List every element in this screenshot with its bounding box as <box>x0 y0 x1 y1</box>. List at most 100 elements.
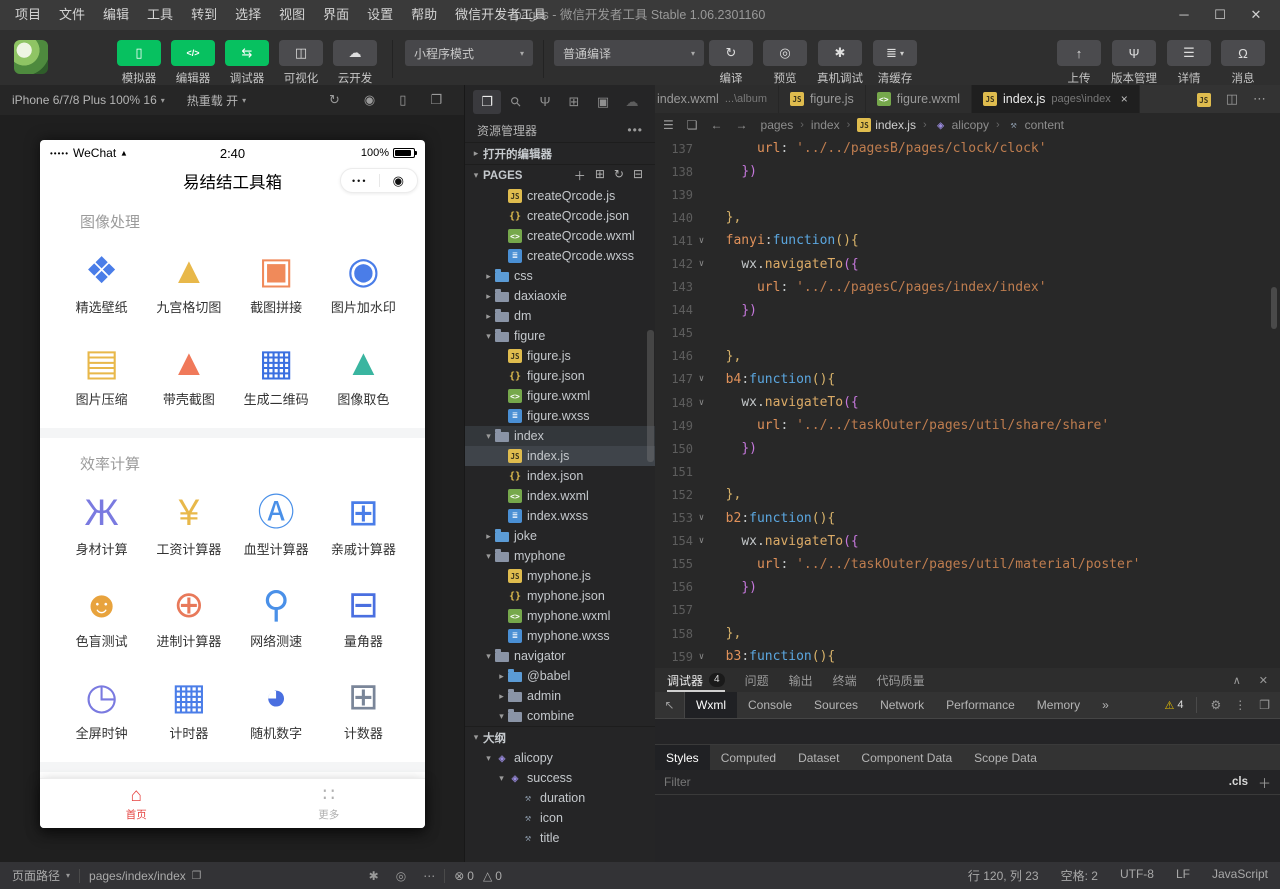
styles-tab[interactable]: Computed <box>710 745 787 770</box>
app-item[interactable]: ◷全屏时钟 <box>58 662 145 754</box>
capsule-menu-icon[interactable]: ••• <box>341 176 379 186</box>
tree-folder[interactable]: ▸daxiaoxie <box>465 286 655 306</box>
styles-tab[interactable]: Styles <box>655 745 710 770</box>
styles-filter-input[interactable] <box>664 775 1221 789</box>
close-button[interactable]: ✕ <box>1238 0 1274 30</box>
preview-button[interactable]: ◎预览 <box>763 40 807 86</box>
tree-file[interactable]: ≣myphone.wxss <box>465 626 655 646</box>
app-item[interactable]: ▣截图拼接 <box>233 236 320 328</box>
app-item[interactable]: ▲带壳截图 <box>145 328 232 420</box>
devtools-tab[interactable]: Memory <box>1026 692 1091 718</box>
styles-tab[interactable]: Scope Data <box>963 745 1048 770</box>
status-item[interactable]: JavaScript <box>1212 867 1268 884</box>
tree-file[interactable]: ⚒icon <box>465 808 655 828</box>
warning-badge[interactable]: ⚠4 <box>1164 699 1183 712</box>
app-item[interactable]: ❖精选壁纸 <box>58 236 145 328</box>
source-control-icon[interactable]: Ψ <box>531 90 559 114</box>
tree-file[interactable]: <>createQrcode.wxml <box>465 226 655 246</box>
tree-folder[interactable]: ▾navigator <box>465 646 655 666</box>
recent-file-icon[interactable]: JS <box>1197 91 1211 108</box>
menu-item[interactable]: 项目 <box>6 0 50 30</box>
upload-button[interactable]: ↑上传 <box>1057 40 1101 86</box>
breadcrumb-item[interactable]: index <box>811 118 840 132</box>
app-item[interactable]: ☻色盲测试 <box>58 570 145 662</box>
devtools-tab[interactable]: Sources <box>803 692 869 718</box>
compile-select[interactable]: 普通编译 ▾ <box>554 40 704 66</box>
menu-item[interactable]: 工具 <box>138 0 182 30</box>
new-folder-icon[interactable]: ⊞ <box>595 167 605 184</box>
breadcrumb-item[interactable]: pages <box>761 118 794 132</box>
devtools-tab[interactable]: Wxml <box>685 692 737 718</box>
devtools-tab[interactable]: Performance <box>935 692 1026 718</box>
open-editors-section[interactable]: ▸ 打开的编辑器 <box>465 142 655 164</box>
status-item[interactable]: UTF-8 <box>1120 867 1154 884</box>
tree-file[interactable]: ▾◈alicopy <box>465 748 655 768</box>
status-item[interactable]: 行 120, 列 23 <box>968 867 1039 884</box>
debugger-button[interactable]: ⇆调试器 <box>225 40 269 86</box>
tree-folder[interactable]: ▾myphone <box>465 546 655 566</box>
close-icon[interactable]: × <box>1121 92 1128 106</box>
tree-file[interactable]: ≣index.wxss <box>465 506 655 526</box>
breadcrumb-item[interactable]: ◈alicopy <box>934 118 989 132</box>
version-control-button[interactable]: Ψ版本管理 <box>1111 40 1157 86</box>
inspect-element-icon[interactable]: ↖ <box>655 692 685 718</box>
cloud-icon[interactable]: ☁ <box>618 90 646 114</box>
simulator-button[interactable]: ▯模拟器 <box>117 40 161 86</box>
app-item[interactable]: ◉图片加水印 <box>320 236 407 328</box>
tree-file[interactable]: JSfigure.js <box>465 346 655 366</box>
menu-item[interactable]: 帮助 <box>402 0 446 30</box>
error-count[interactable]: ⊗ 0 <box>454 869 474 883</box>
copy-path-icon[interactable]: ❐ <box>192 869 202 882</box>
menu-item[interactable]: 界面 <box>314 0 358 30</box>
compile-button[interactable]: ↻编译 <box>709 40 753 86</box>
tree-file[interactable]: JScreateQrcode.js <box>465 186 655 206</box>
menu-item[interactable]: 微信开发者工具 <box>446 0 555 30</box>
visual-button[interactable]: ◫可视化 <box>279 40 323 86</box>
status-item[interactable]: LF <box>1176 867 1190 884</box>
tree-folder[interactable]: ▸dm <box>465 306 655 326</box>
app-item[interactable]: ⊟量角器 <box>320 570 407 662</box>
explorer-scrollbar[interactable] <box>647 330 654 462</box>
editor-tab[interactable]: JSindex.jspages\index× <box>972 85 1140 113</box>
devtools-tab[interactable]: » <box>1091 692 1120 718</box>
warning-count[interactable]: △ 0 <box>483 869 502 883</box>
split-editor-icon[interactable]: ◫ <box>1226 91 1238 107</box>
back-icon[interactable]: ← <box>711 118 723 132</box>
devtools-tab[interactable]: Console <box>737 692 803 718</box>
app-item[interactable]: Ж身材计算 <box>58 478 145 570</box>
page-path-select[interactable]: 页面路径 ▾ <box>12 867 70 884</box>
minimize-button[interactable]: ─ <box>1166 0 1202 30</box>
app-item[interactable]: ⊞计数器 <box>320 662 407 754</box>
npm-icon[interactable]: ▣ <box>589 90 617 114</box>
search-icon[interactable]: ⚲ <box>498 83 535 120</box>
menu-item[interactable]: 选择 <box>226 0 270 30</box>
forward-icon[interactable]: → <box>736 118 748 132</box>
device-select[interactable]: iPhone 6/7/8 Plus 100% 16 ▾ <box>12 93 165 107</box>
tree-folder[interactable]: ▸admin <box>465 686 655 706</box>
explorer-icon[interactable]: ❐ <box>473 90 501 114</box>
app-item[interactable]: ▲九宫格切图 <box>145 236 232 328</box>
app-item[interactable]: ¥工资计算器 <box>145 478 232 570</box>
code-editor[interactable]: 137 url: '../../pagesB/pages/clock/clock… <box>655 137 1280 668</box>
pages-section[interactable]: ▾ PAGES ＋⊞↻⊟ <box>465 164 655 186</box>
tree-file[interactable]: JSmyphone.js <box>465 566 655 586</box>
tree-folder[interactable]: ▸@babel <box>465 666 655 686</box>
collapse-all-icon[interactable]: ⊟ <box>633 167 643 184</box>
fold-icon[interactable]: ∨ <box>693 536 710 546</box>
editor-scrollbar[interactable] <box>1271 287 1277 329</box>
menu-item[interactable]: 文件 <box>50 0 94 30</box>
remote-debug-button[interactable]: ✱真机调试 <box>817 40 863 86</box>
hot-reload-toggle[interactable]: 热重载 开 ▾ <box>187 92 246 109</box>
app-item[interactable]: ▲图像取色 <box>320 328 407 420</box>
tree-folder[interactable]: ▾figure <box>465 326 655 346</box>
tree-file[interactable]: {}createQrcode.json <box>465 206 655 226</box>
styles-tab[interactable]: Dataset <box>787 745 850 770</box>
undock-icon[interactable]: ❐ <box>1259 698 1270 712</box>
more-icon[interactable]: ⋯ <box>423 869 435 883</box>
message-button[interactable]: Ω消息 <box>1221 40 1265 86</box>
tree-folder[interactable]: ▾index <box>465 426 655 446</box>
app-item[interactable]: Ⓐ血型计算器 <box>233 478 320 570</box>
editor-tab[interactable]: index.wxml...\album <box>655 85 779 113</box>
tree-file[interactable]: ▾◈success <box>465 768 655 788</box>
app-item[interactable]: ⚲网络测速 <box>233 570 320 662</box>
